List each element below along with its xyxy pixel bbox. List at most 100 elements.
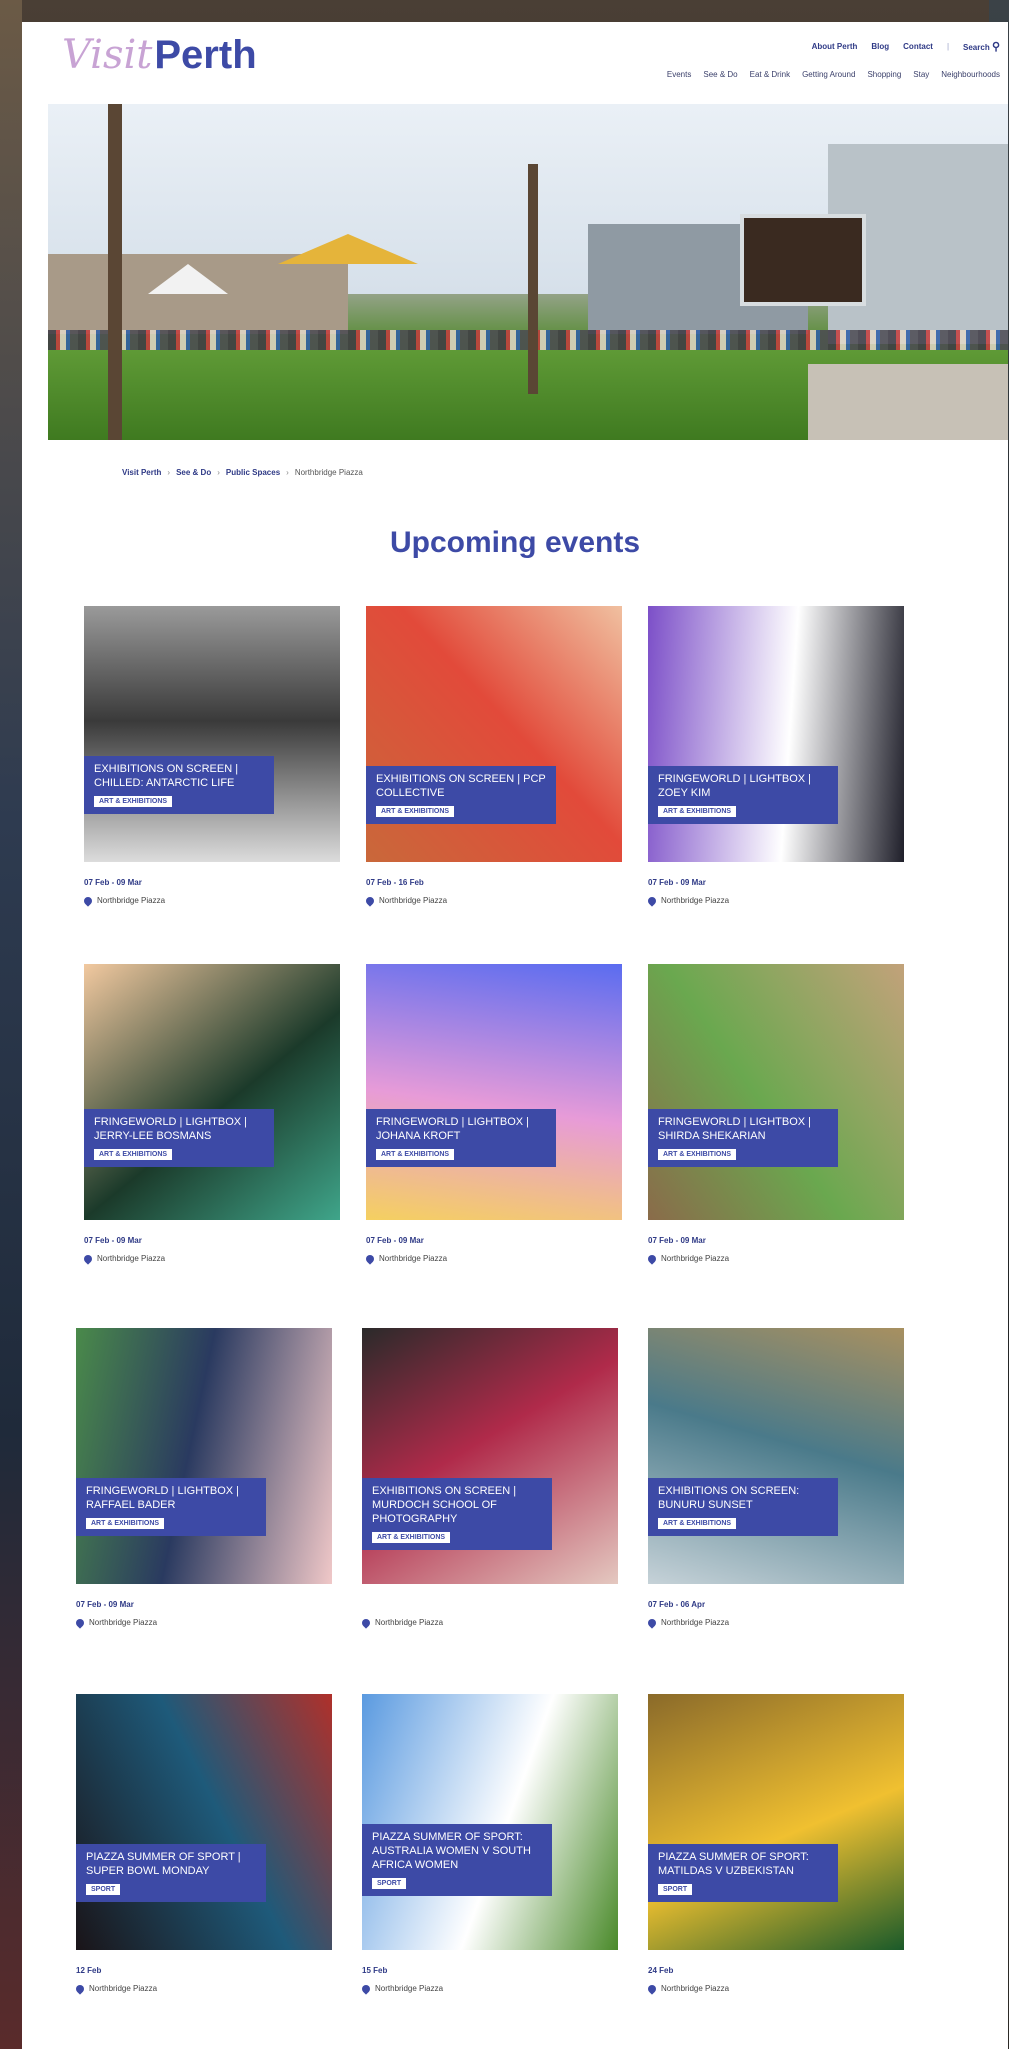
location-pin-icon bbox=[74, 1982, 86, 1995]
search-icon: ⚲ bbox=[991, 41, 1000, 53]
event-location: Northbridge Piazza bbox=[82, 894, 340, 907]
event-card[interactable]: Piazza Summer of Sport: Australia Women … bbox=[360, 1694, 618, 1995]
event-card[interactable]: Fringeworld | Lightbox | Zoey Kim Art & E… bbox=[646, 606, 904, 907]
event-title[interactable]: Exhibitions on Screen: Bunuru Sunset bbox=[658, 1484, 828, 1512]
event-image[interactable]: Exhibitions on Screen | PCP Collective Ar… bbox=[366, 606, 622, 862]
event-caption: Fringeworld | Lightbox | Zoey Kim Art & E… bbox=[648, 766, 838, 824]
event-location-label: Northbridge Piazza bbox=[89, 1618, 158, 1627]
nav-item-eat-drink[interactable]: Eat & Drink bbox=[750, 70, 790, 79]
web-page: Visit Perth About Perth Blog Contact | S… bbox=[22, 22, 1008, 2049]
event-card[interactable]: Fringeworld | Lightbox | Shirda Shekaria… bbox=[646, 964, 904, 1265]
site-logo[interactable]: Visit Perth bbox=[62, 32, 257, 92]
event-location-label: Northbridge Piazza bbox=[661, 1618, 730, 1627]
hero-tree-2 bbox=[528, 164, 538, 394]
nav-divider: | bbox=[946, 42, 950, 51]
event-title[interactable]: Piazza Summer of Sport: Matildas v Uzbek… bbox=[658, 1850, 828, 1878]
location-pin-icon bbox=[364, 894, 376, 907]
location-pin-icon bbox=[82, 894, 94, 907]
utility-nav-about[interactable]: About Perth bbox=[812, 42, 858, 51]
event-card[interactable]: Exhibitions on Screen | PCP Collective Ar… bbox=[364, 606, 622, 907]
event-image[interactable]: Fringeworld | Lightbox | Shirda Shekaria… bbox=[648, 964, 904, 1220]
event-card[interactable]: Fringeworld | Lightbox | Jerry-Lee Bosma… bbox=[82, 964, 340, 1265]
event-location: Northbridge Piazza bbox=[82, 1252, 340, 1265]
event-category-tag: Art & Exhibitions bbox=[658, 1518, 737, 1529]
event-image[interactable]: Exhibitions on Screen | Murdoch School o… bbox=[362, 1328, 618, 1584]
location-pin-icon bbox=[364, 1252, 376, 1265]
event-date: 07 Feb - 06 Apr bbox=[648, 1600, 706, 1609]
event-date: 07 Feb - 09 Mar bbox=[366, 1236, 424, 1245]
event-title[interactable]: Exhibitions on Screen | Murdoch School o… bbox=[372, 1484, 542, 1526]
event-image[interactable]: Piazza Summer of Sport: Australia Women … bbox=[362, 1694, 618, 1950]
upcoming-events-heading: Upcoming events bbox=[389, 526, 641, 559]
event-card[interactable]: Exhibitions on Screen | Chilled: Antarct… bbox=[82, 606, 340, 907]
event-category-tag: Sport bbox=[372, 1878, 407, 1889]
event-location-label: Northbridge Piazza bbox=[379, 896, 448, 905]
hero-tree bbox=[108, 104, 122, 440]
event-category-tag: Art & Exhibitions bbox=[376, 1149, 455, 1160]
event-card[interactable]: Exhibitions on Screen: Bunuru Sunset Art … bbox=[646, 1328, 904, 1629]
location-pin-icon bbox=[646, 1616, 658, 1629]
event-caption: Fringeworld | Lightbox | Jerry-Lee Bosma… bbox=[84, 1109, 274, 1167]
event-card[interactable]: Piazza Summer of Sport: Matildas v Uzbek… bbox=[646, 1694, 904, 1995]
event-location: Northbridge Piazza bbox=[646, 1616, 904, 1629]
nav-item-neighbourhoods[interactable]: Neighbourhoods bbox=[941, 70, 1000, 79]
event-date: 07 Feb - 09 Mar bbox=[648, 878, 706, 887]
event-caption: Fringeworld | Lightbox | Shirda Shekaria… bbox=[648, 1109, 838, 1167]
chevron-right-icon: › bbox=[167, 468, 171, 477]
event-image[interactable]: Exhibitions on Screen: Bunuru Sunset Art … bbox=[648, 1328, 904, 1584]
event-date: 07 Feb - 16 Feb bbox=[366, 878, 424, 887]
event-location-label: Northbridge Piazza bbox=[97, 896, 166, 905]
event-card[interactable]: Exhibitions on Screen | Murdoch School o… bbox=[360, 1328, 618, 1629]
event-title[interactable]: Fringeworld | Lightbox | Johana Kroft bbox=[376, 1115, 546, 1143]
event-title[interactable]: Piazza Summer of Sport | Super Bowl Mond… bbox=[86, 1850, 256, 1878]
nav-item-stay[interactable]: Stay bbox=[913, 70, 929, 79]
event-image[interactable]: Piazza Summer of Sport | Super Bowl Mond… bbox=[76, 1694, 332, 1950]
event-image[interactable]: Fringeworld | Lightbox | Zoey Kim Art & E… bbox=[648, 606, 904, 862]
event-category-tag: Art & Exhibitions bbox=[94, 796, 173, 807]
breadcrumb-link[interactable]: Visit Perth bbox=[122, 468, 161, 477]
utility-nav-contact[interactable]: Contact bbox=[903, 42, 933, 51]
event-title[interactable]: Fringeworld | Lightbox | Jerry-Lee Bosma… bbox=[94, 1115, 264, 1143]
event-date: 07 Feb - 09 Mar bbox=[84, 1236, 142, 1245]
event-title[interactable]: Piazza Summer of Sport: Australia Women … bbox=[372, 1830, 542, 1872]
breadcrumb-link[interactable]: Public Spaces bbox=[226, 468, 280, 477]
utility-nav-blog[interactable]: Blog bbox=[871, 42, 889, 51]
event-location-label: Northbridge Piazza bbox=[375, 1984, 444, 1993]
event-location: Northbridge Piazza bbox=[646, 1982, 904, 1995]
event-image[interactable]: Fringeworld | Lightbox | Johana Kroft Art… bbox=[366, 964, 622, 1220]
logo-perth-text: Perth bbox=[154, 33, 257, 77]
event-date: 07 Feb - 09 Mar bbox=[648, 1236, 706, 1245]
event-image[interactable]: Fringeworld | Lightbox | Raffael Bader Ar… bbox=[76, 1328, 332, 1584]
main-nav: Events See & Do Eat & Drink Getting Arou… bbox=[667, 70, 1000, 79]
event-category-tag: Art & Exhibitions bbox=[94, 1149, 173, 1160]
event-title[interactable]: Fringeworld | Lightbox | Zoey Kim bbox=[658, 772, 828, 800]
event-location-label: Northbridge Piazza bbox=[375, 1618, 444, 1627]
event-location: Northbridge Piazza bbox=[364, 1252, 622, 1265]
event-title[interactable]: Exhibitions on Screen | PCP Collective bbox=[376, 772, 546, 800]
event-title[interactable]: Exhibitions on Screen | Chilled: Antarct… bbox=[94, 762, 264, 790]
event-location: Northbridge Piazza bbox=[360, 1982, 618, 1995]
event-caption: Exhibitions on Screen | Murdoch School o… bbox=[362, 1478, 552, 1550]
event-card[interactable]: Fringeworld | Lightbox | Raffael Bader Ar… bbox=[74, 1328, 332, 1629]
event-image[interactable]: Fringeworld | Lightbox | Jerry-Lee Bosma… bbox=[84, 964, 340, 1220]
event-card[interactable]: Fringeworld | Lightbox | Johana Kroft Art… bbox=[364, 964, 622, 1265]
nav-item-events[interactable]: Events bbox=[667, 70, 691, 79]
nav-item-see-do[interactable]: See & Do bbox=[703, 70, 737, 79]
nav-item-getting-around[interactable]: Getting Around bbox=[802, 70, 855, 79]
event-image[interactable]: Exhibitions on Screen | Chilled: Antarct… bbox=[84, 606, 340, 862]
event-image[interactable]: Piazza Summer of Sport: Matildas v Uzbek… bbox=[648, 1694, 904, 1950]
chevron-right-icon: › bbox=[286, 468, 289, 477]
search-label: Search bbox=[963, 43, 990, 52]
event-caption: Exhibitions on Screen | Chilled: Antarct… bbox=[84, 756, 274, 814]
event-category-tag: Art & Exhibitions bbox=[372, 1532, 451, 1543]
event-location-label: Northbridge Piazza bbox=[97, 1254, 166, 1263]
event-category-tag: Art & Exhibitions bbox=[376, 806, 455, 817]
event-date: 07 Feb - 09 Mar bbox=[84, 878, 142, 887]
search-button[interactable]: Search ⚲ bbox=[963, 40, 1000, 53]
breadcrumb-link[interactable]: See & Do bbox=[176, 468, 211, 477]
nav-item-shopping[interactable]: Shopping bbox=[867, 70, 901, 79]
event-title[interactable]: Fringeworld | Lightbox | Raffael Bader bbox=[86, 1484, 256, 1512]
event-title[interactable]: Fringeworld | Lightbox | Shirda Shekaria… bbox=[658, 1115, 828, 1143]
event-location: Northbridge Piazza bbox=[364, 894, 622, 907]
event-card[interactable]: Piazza Summer of Sport | Super Bowl Mond… bbox=[74, 1694, 332, 1995]
